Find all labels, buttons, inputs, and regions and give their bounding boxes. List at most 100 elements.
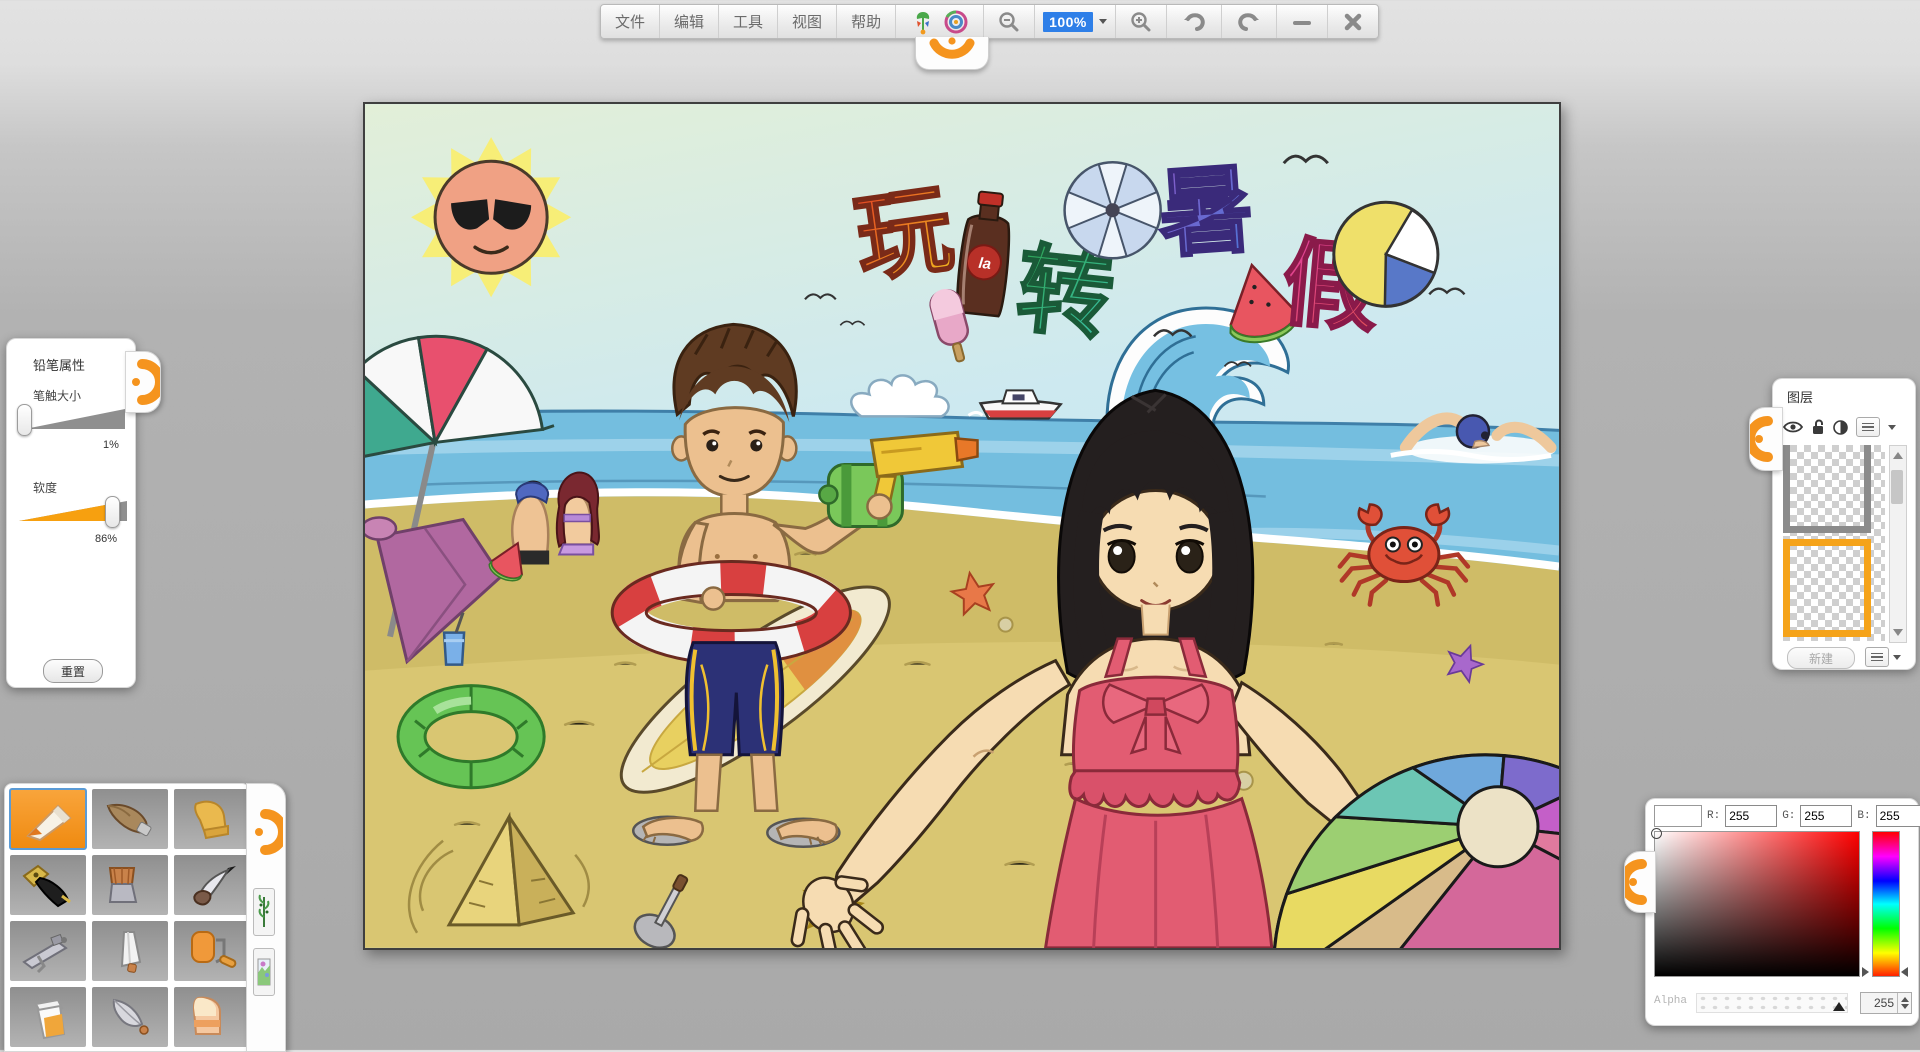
tool-eraser[interactable] — [174, 987, 250, 1047]
tool-palette-collapse-handle[interactable] — [249, 802, 283, 867]
blue-label: B: — [1857, 810, 1870, 822]
tool-fountain-pen[interactable] — [10, 855, 86, 915]
palette-knife-icon — [100, 928, 160, 974]
hue-marker-left[interactable] — [1862, 967, 1869, 977]
app-logo-buttons[interactable] — [896, 5, 984, 38]
orange-smile-handle-icon — [926, 37, 978, 63]
pencil-panel-collapse-handle[interactable] — [125, 351, 161, 413]
menu-view-label: 视图 — [792, 11, 822, 32]
pencil-properties-panel: 铅笔属性 笔触大小 1% 软度 86% 重置 — [6, 338, 136, 688]
brush-size-slider[interactable] — [21, 407, 125, 433]
minimize-button[interactable] — [1277, 5, 1328, 38]
zoom-level-field[interactable]: 100% — [1035, 5, 1116, 38]
menu-edit[interactable]: 编辑 — [660, 5, 719, 38]
layer-list-menu[interactable] — [1865, 647, 1901, 667]
toolbar-collapse-handle[interactable] — [915, 37, 989, 70]
layer-list-menu-caret — [1893, 655, 1901, 660]
unlock-icon[interactable] — [1811, 419, 1825, 435]
tool-flat-brush[interactable] — [92, 855, 168, 915]
title-char-1: 玩 — [849, 175, 959, 294]
brush-size-wedge — [21, 407, 125, 433]
dip-pen-icon — [100, 994, 160, 1040]
close-button[interactable] — [1328, 5, 1378, 38]
tool-grid — [10, 789, 250, 1047]
plant-brush-icon — [257, 893, 271, 931]
green-label: G: — [1782, 810, 1795, 822]
layer-menu-caret[interactable] — [1888, 425, 1896, 430]
tool-dip-pen[interactable] — [92, 987, 168, 1047]
saturation-value-square[interactable] — [1654, 831, 1860, 977]
current-color-swatch[interactable] — [1654, 805, 1702, 827]
layer-list-menu-icon — [1865, 647, 1889, 667]
alpha-spin-down[interactable] — [1901, 1004, 1909, 1009]
color-picker-panel: R: G: B: Alpha 255 — [1645, 798, 1919, 1026]
red-input[interactable] — [1725, 805, 1777, 827]
close-icon — [1342, 11, 1364, 33]
hue-marker-right[interactable] — [1901, 967, 1908, 977]
hue-bar[interactable] — [1872, 831, 1900, 977]
tool-marker[interactable] — [10, 987, 86, 1047]
menu-file[interactable]: 文件 — [601, 5, 660, 38]
tool-ink-brush[interactable] — [174, 855, 250, 915]
alpha-slider-thumb[interactable] — [1833, 1002, 1845, 1011]
brush-size-label: 笔触大小 — [33, 387, 81, 404]
menu-tools[interactable]: 工具 — [719, 5, 778, 38]
tool-pencil[interactable] — [10, 789, 86, 849]
tool-wooden-pencil[interactable] — [92, 789, 168, 849]
drawing-canvas[interactable]: 玩 la 转 暑 — [363, 102, 1561, 950]
airbrush-icon — [18, 928, 78, 974]
contrast-icon[interactable] — [1833, 420, 1848, 435]
layer-menu-icon[interactable] — [1856, 417, 1880, 437]
scroll-up-arrow[interactable] — [1893, 452, 1903, 459]
undo-icon — [1181, 11, 1207, 33]
reset-button-label: 重置 — [61, 663, 85, 680]
tool-palette-knife[interactable] — [92, 921, 168, 981]
layers-panel-title: 图层 — [1787, 387, 1813, 406]
eraser-icon — [182, 994, 242, 1040]
tool-palette-panel — [4, 783, 250, 1052]
red-label: R: — [1707, 810, 1720, 822]
reset-button[interactable]: 重置 — [43, 659, 103, 683]
visibility-eye-icon[interactable] — [1783, 420, 1803, 434]
tool-airbrush[interactable] — [10, 921, 86, 981]
title-char-3: 暑 — [1154, 156, 1257, 269]
green-input[interactable] — [1800, 805, 1852, 827]
crayon-icon — [182, 796, 242, 842]
menu-help[interactable]: 帮助 — [837, 5, 896, 38]
softness-value: 86% — [95, 533, 117, 545]
zoom-level-value[interactable]: 100% — [1043, 12, 1093, 32]
redo-button[interactable] — [1222, 5, 1277, 38]
scroll-thumb[interactable] — [1891, 470, 1903, 504]
tool-crayon[interactable] — [174, 789, 250, 849]
color-panel-collapse-handle[interactable] — [1624, 851, 1656, 913]
scroll-down-arrow[interactable] — [1893, 629, 1903, 636]
alpha-spinner[interactable]: 255 — [1860, 992, 1912, 1014]
texture-brush-icon — [257, 953, 271, 991]
zoom-in-button[interactable] — [1116, 5, 1167, 38]
plant-brush-button[interactable] — [253, 888, 275, 936]
softness-thumb[interactable] — [105, 496, 120, 528]
blue-input[interactable] — [1876, 805, 1920, 827]
sitting-girl — [557, 472, 599, 554]
brush-size-thumb[interactable] — [17, 404, 32, 436]
zoom-dropdown-caret[interactable] — [1099, 19, 1107, 24]
app-window: 文件 编辑 工具 视图 帮助 100% — [0, 0, 1920, 1050]
layer-list — [1783, 445, 1885, 641]
layers-panel-collapse-handle[interactable] — [1749, 407, 1783, 471]
menu-file-label: 文件 — [615, 11, 645, 32]
sv-marker[interactable] — [1651, 828, 1662, 839]
menu-view[interactable]: 视图 — [778, 5, 837, 38]
layer-scrollbar[interactable] — [1889, 445, 1907, 643]
new-layer-button[interactable]: 新建 — [1787, 647, 1855, 669]
layer-row-2-selected[interactable] — [1783, 539, 1871, 637]
minimize-icon — [1291, 11, 1313, 33]
tool-paint-roller[interactable] — [174, 921, 250, 981]
zoom-out-button[interactable] — [984, 5, 1035, 38]
layer-row-1[interactable] — [1783, 445, 1871, 533]
softness-slider[interactable] — [17, 499, 121, 525]
alpha-spin-up[interactable] — [1901, 997, 1909, 1002]
undo-button[interactable] — [1167, 5, 1222, 38]
new-layer-label: 新建 — [1809, 650, 1833, 667]
alpha-slider[interactable] — [1696, 993, 1848, 1013]
texture-brush-button[interactable] — [253, 948, 275, 996]
